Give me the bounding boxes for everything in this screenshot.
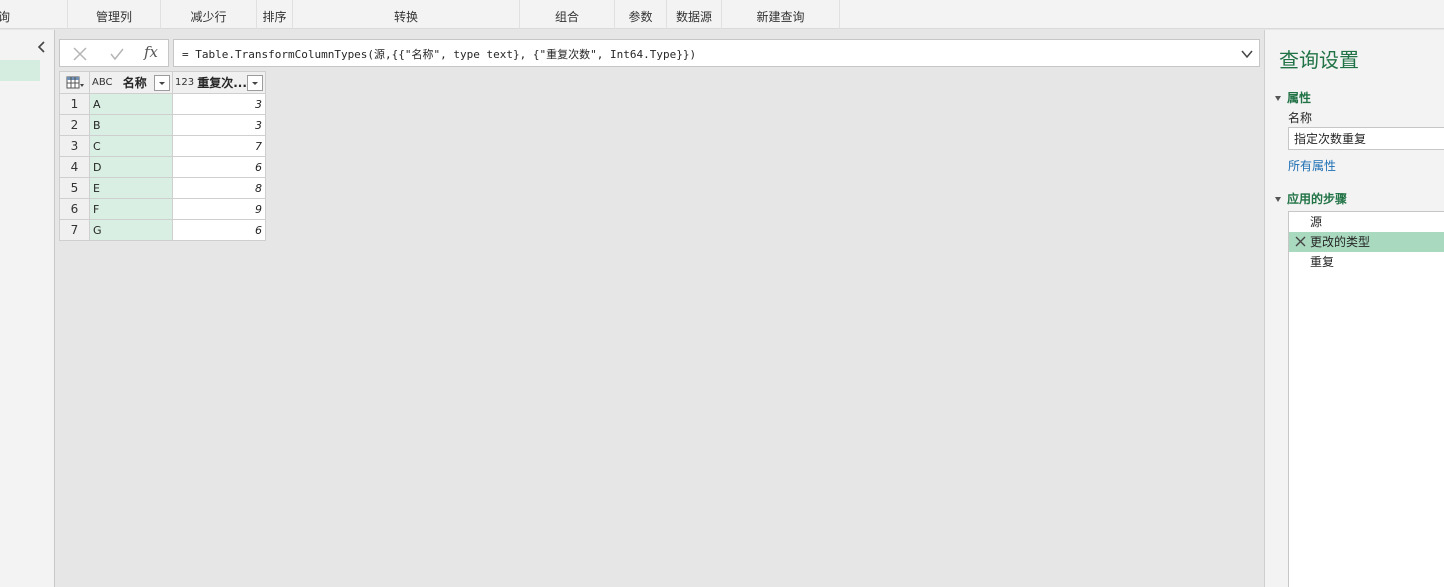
ribbon-group-reduce-rows: 减少行 [161,0,257,29]
column-filter-button[interactable] [154,74,170,91]
row-number[interactable]: 4 [59,156,90,178]
ribbon-group-query: 询 [0,0,68,29]
ribbon: 询 管理列 减少行 排序 转换 组合 参数 数据源 新建查询 [0,0,1444,29]
row-number[interactable]: 1 [59,93,90,115]
table-menu-icon[interactable] [66,76,84,90]
count-cell[interactable]: 9 [172,198,266,220]
count-cell[interactable]: 8 [172,177,266,199]
step-source[interactable]: 源 [1289,212,1444,232]
table-row: 2 B 3 [59,114,266,136]
count-cell[interactable]: 3 [172,114,266,136]
all-properties-link[interactable]: 所有属性 [1288,157,1336,174]
ribbon-group-data-sources: 数据源 [667,0,722,29]
query-name-input[interactable] [1288,127,1444,150]
column-filter-button[interactable] [247,74,263,91]
ribbon-group-label: 减少行 [190,9,227,24]
column-header-name[interactable]: ABC 名称 [89,71,173,94]
ribbon-group-label: 组合 [554,9,579,24]
column-header-label: 重复次... [197,76,247,90]
name-cell[interactable]: A [89,93,173,115]
query-settings-pane: 查询设置 属性 名称 所有属性 应用的步骤 源 更改的类型 重复 [1264,30,1444,587]
formula-bar-buttons: fx [59,39,169,67]
ribbon-group-new-query: 新建查询 [722,0,840,29]
text-type-icon[interactable]: ABC [92,77,113,88]
name-cell[interactable]: B [89,114,173,136]
collapse-triangle-icon[interactable] [1275,96,1281,101]
applied-steps-section-header[interactable]: 应用的步骤 [1275,190,1347,207]
name-cell[interactable]: F [89,198,173,220]
step-repeat[interactable]: 重复 [1289,252,1444,272]
step-changed-type[interactable]: 更改的类型 [1289,232,1444,252]
row-number[interactable]: 6 [59,198,90,220]
name-cell[interactable]: D [89,156,173,178]
collapse-pane-icon[interactable] [36,40,48,54]
data-grid: ABC 名称 123 重复次... 1 A 3 2 B 3 3 C 7 4 D … [59,71,266,241]
formula-text[interactable]: = Table.TransformColumnTypes(源,{{"名称", t… [182,46,696,62]
count-cell[interactable]: 3 [172,93,266,115]
column-header-label: 名称 [122,76,147,90]
fx-icon[interactable]: fx [144,43,162,61]
delete-step-icon[interactable] [1295,236,1306,247]
table-menu-cell[interactable] [59,71,90,94]
ribbon-group-label: 数据源 [675,9,712,24]
expand-formula-icon[interactable] [1240,47,1254,61]
ribbon-group-label: 转换 [393,9,418,24]
column-header-count[interactable]: 123 重复次... [172,71,266,94]
table-row: 7 G 6 [59,219,266,241]
row-number[interactable]: 5 [59,177,90,199]
row-number[interactable]: 2 [59,114,90,136]
table-row: 5 E 8 [59,177,266,199]
name-cell[interactable]: E [89,177,173,199]
ribbon-group-label: 询 [0,9,11,24]
name-label: 名称 [1288,111,1313,125]
step-label: 更改的类型 [1310,235,1371,249]
query-settings-title: 查询设置 [1279,48,1359,72]
whole-number-type-icon[interactable]: 123 [175,77,194,88]
ribbon-group-combine: 组合 [520,0,615,29]
row-number[interactable]: 3 [59,135,90,157]
row-number[interactable]: 7 [59,219,90,241]
step-label: 源 [1310,215,1323,229]
confirm-formula-icon[interactable] [108,45,126,63]
count-cell[interactable]: 6 [172,156,266,178]
cancel-formula-icon[interactable] [71,45,89,63]
ribbon-group-label: 参数 [628,9,653,24]
count-cell[interactable]: 7 [172,135,266,157]
ribbon-group-parameters: 参数 [615,0,667,29]
name-cell[interactable]: G [89,219,173,241]
ribbon-group-manage-columns: 管理列 [68,0,161,29]
collapse-triangle-icon[interactable] [1275,197,1281,202]
step-label: 重复 [1310,255,1335,269]
properties-header-label: 属性 [1287,91,1312,105]
name-cell[interactable]: C [89,135,173,157]
ribbon-group-sort: 排序 [257,0,293,29]
ribbon-group-transform: 转换 [293,0,520,29]
ribbon-group-label: 管理列 [95,9,132,24]
ribbon-group-label: 新建查询 [756,9,805,24]
queries-pane [0,30,55,587]
table-row: 1 A 3 [59,93,266,115]
selected-query-item[interactable] [0,60,40,81]
table-row: 3 C 7 [59,135,266,157]
count-cell[interactable]: 6 [172,219,266,241]
formula-input[interactable]: = Table.TransformColumnTypes(源,{{"名称", t… [173,39,1260,67]
properties-section-header[interactable]: 属性 [1275,89,1311,106]
table-row: 6 F 9 [59,198,266,220]
applied-steps-list: 源 更改的类型 重复 [1288,211,1444,587]
applied-steps-header-label: 应用的步骤 [1287,192,1348,206]
ribbon-group-label: 排序 [262,9,287,24]
table-row: 4 D 6 [59,156,266,178]
